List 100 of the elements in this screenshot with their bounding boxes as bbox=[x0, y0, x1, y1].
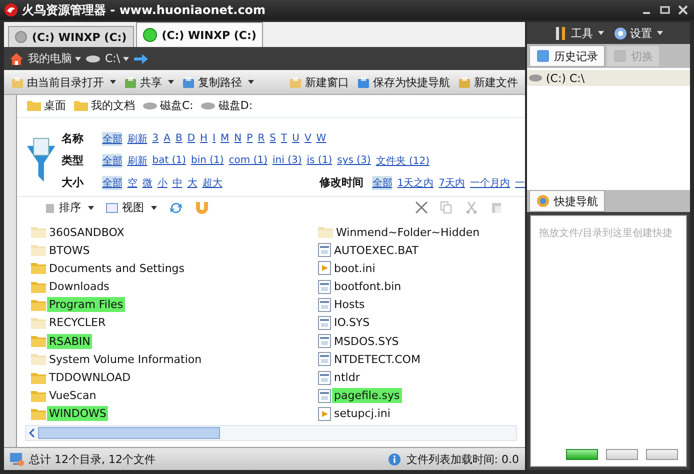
filter-link[interactable]: js (1) bbox=[306, 155, 332, 166]
bookmark-label[interactable]: 磁盘D: bbox=[218, 98, 253, 114]
toolbar-button[interactable]: 新建文件 bbox=[455, 72, 521, 92]
filter-link[interactable]: bin (1) bbox=[191, 155, 224, 166]
filter-link[interactable]: 中 bbox=[172, 176, 182, 190]
filter-link[interactable]: 全部 bbox=[102, 154, 122, 168]
folder-icon bbox=[74, 100, 88, 112]
panel-button[interactable] bbox=[606, 449, 638, 460]
filter-link[interactable]: 全部 bbox=[102, 176, 122, 190]
filter-link[interactable]: 7天内 bbox=[438, 176, 465, 190]
maximize-icon[interactable] bbox=[660, 5, 670, 15]
file-name[interactable]: RECYCLER bbox=[47, 315, 108, 330]
filter-link[interactable]: V bbox=[304, 133, 312, 144]
filter-link[interactable]: M bbox=[220, 133, 230, 144]
file-name[interactable]: boot.ini bbox=[332, 260, 378, 276]
history-item[interactable]: (C:) C:\ bbox=[527, 70, 690, 86]
forward-arrow-icon[interactable] bbox=[134, 54, 148, 64]
panel-button[interactable] bbox=[646, 449, 678, 460]
sort-dropdown[interactable]: 排序 bbox=[45, 200, 94, 216]
filter-link[interactable]: 文件夹 (12) bbox=[376, 154, 430, 168]
file-name[interactable]: NTDETECT.COM bbox=[332, 352, 422, 367]
file-name[interactable]: BTOWS bbox=[47, 242, 92, 258]
toolbar-button[interactable]: 共享 bbox=[121, 72, 177, 92]
filter-link[interactable]: 3 bbox=[152, 133, 159, 144]
bookmark-label[interactable]: 我的文档 bbox=[91, 98, 135, 114]
filter-link[interactable]: 大 bbox=[187, 176, 198, 190]
filter-link[interactable]: bat (1) bbox=[152, 155, 186, 166]
filter-link[interactable]: U bbox=[292, 133, 300, 144]
view-dropdown[interactable]: 视图 bbox=[106, 200, 157, 216]
magnet-icon[interactable] bbox=[195, 200, 209, 215]
filter-link[interactable]: S bbox=[270, 133, 276, 144]
filter-link[interactable]: ini (3) bbox=[272, 155, 302, 166]
filter-link[interactable]: N bbox=[234, 133, 242, 144]
file-name[interactable]: TDDOWNLOAD bbox=[47, 370, 133, 386]
toolbar-icon bbox=[289, 76, 302, 88]
file-name[interactable]: 360SANDBOX bbox=[47, 224, 126, 240]
file-name[interactable]: System Volume Information bbox=[47, 352, 204, 367]
file-name[interactable]: setupcj.ini bbox=[332, 406, 392, 422]
delete-icon[interactable] bbox=[415, 201, 428, 214]
file-name[interactable]: AUTOEXEC.BAT bbox=[332, 242, 421, 258]
menu-dropdown[interactable]: 工具 bbox=[554, 26, 604, 40]
folder-icon bbox=[27, 100, 41, 112]
toolbar-button[interactable]: 复制路径 bbox=[179, 72, 257, 92]
drive-icon bbox=[201, 102, 216, 110]
filter-link[interactable]: P bbox=[246, 133, 253, 144]
copy-icon[interactable] bbox=[440, 201, 453, 214]
drive-tab[interactable]: (C:) WINXP (C:) bbox=[136, 22, 264, 47]
quick-nav-tab[interactable]: 快捷导航 bbox=[529, 190, 605, 212]
drive-tab[interactable]: (C:) WINXP (C:) bbox=[8, 26, 134, 47]
location-dropdown[interactable]: 我的电脑 bbox=[28, 51, 81, 66]
file-name[interactable]: IO.SYS bbox=[332, 315, 372, 330]
filter-link[interactable]: 全部 bbox=[372, 176, 392, 190]
file-name[interactable]: RSABIN bbox=[47, 334, 92, 349]
caret-icon bbox=[168, 80, 174, 84]
file-name[interactable]: WINDOWS bbox=[47, 406, 108, 422]
bookmark-label[interactable]: 磁盘C: bbox=[160, 98, 194, 114]
file-name[interactable]: Hosts bbox=[332, 297, 367, 312]
file-name[interactable]: Winmend~Folder~Hidden bbox=[334, 224, 482, 240]
file-name[interactable]: pagefile.sys bbox=[332, 388, 402, 404]
filter-link[interactable]: 1天之内 bbox=[397, 176, 434, 190]
menu-dropdown[interactable]: 设置 bbox=[614, 26, 663, 40]
toolbar-button[interactable]: 保存为快捷导航 bbox=[354, 72, 453, 92]
panel-button[interactable] bbox=[566, 449, 598, 460]
path-dropdown[interactable]: C:\ bbox=[105, 52, 130, 65]
toolbar-button[interactable]: 由当前目录打开 bbox=[8, 72, 119, 92]
filter-link[interactable]: I bbox=[212, 133, 216, 144]
filter-link[interactable]: A bbox=[164, 133, 170, 144]
filter-link[interactable]: H bbox=[200, 133, 208, 144]
file-name[interactable]: bootfont.bin bbox=[332, 279, 404, 294]
filter-link[interactable]: 刷新 bbox=[127, 132, 148, 146]
filter-link[interactable]: 微 bbox=[142, 176, 152, 190]
refresh-icon[interactable] bbox=[169, 200, 183, 215]
file-name[interactable]: Downloads bbox=[47, 279, 112, 294]
filter-link[interactable]: 刷新 bbox=[127, 154, 148, 168]
filter-link[interactable]: com (1) bbox=[228, 155, 268, 166]
toolbar-button[interactable]: 新建窗口 bbox=[286, 72, 352, 92]
filter-link[interactable]: sys (3) bbox=[337, 155, 371, 166]
horizontal-scrollbar[interactable] bbox=[25, 425, 517, 441]
file-name[interactable]: ntldr bbox=[332, 370, 362, 386]
filter-link[interactable]: B bbox=[175, 133, 182, 144]
filter-link[interactable]: 超大 bbox=[202, 176, 222, 190]
scissors-icon[interactable] bbox=[465, 201, 478, 214]
file-name[interactable]: VueScan bbox=[47, 388, 98, 404]
splitter-bar[interactable] bbox=[4, 95, 17, 447]
bookmark-label[interactable]: 桌面 bbox=[44, 98, 66, 114]
filter-link[interactable]: 一个月内 bbox=[470, 176, 510, 190]
file-name[interactable]: Documents and Settings bbox=[47, 260, 187, 276]
file-name[interactable]: MSDOS.SYS bbox=[332, 334, 401, 349]
filter-link[interactable]: W bbox=[316, 133, 326, 144]
filter-link[interactable]: 小 bbox=[157, 176, 168, 190]
file-name[interactable]: Program Files bbox=[47, 297, 126, 312]
close-icon[interactable] bbox=[678, 5, 688, 15]
filter-link[interactable]: T bbox=[281, 133, 288, 144]
filter-link[interactable]: 全部 bbox=[102, 132, 122, 146]
filter-link[interactable]: D bbox=[187, 133, 196, 144]
filter-link[interactable]: 一 bbox=[515, 176, 525, 190]
tools-icon bbox=[554, 26, 568, 40]
filter-link[interactable]: 空 bbox=[127, 176, 138, 190]
filter-link[interactable]: R bbox=[258, 133, 265, 144]
panel-tab[interactable]: 历史记录 bbox=[529, 45, 605, 67]
